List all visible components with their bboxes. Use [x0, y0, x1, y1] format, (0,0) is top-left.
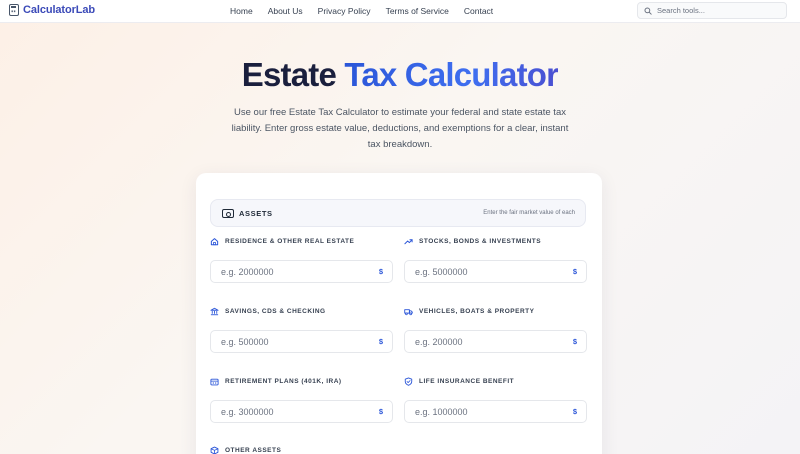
- cash-icon: [222, 209, 234, 218]
- assets-section-hint: Enter the fair market value of each: [483, 210, 575, 216]
- currency-symbol: $: [378, 267, 383, 276]
- field-stocks-label: STOCKS, BONDS & INVESTMENTS: [419, 237, 542, 245]
- field-other-assets-label-row: OTHER ASSETS: [210, 445, 393, 454]
- brand-name: CalculatorLab: [23, 4, 96, 16]
- trending-up-icon: [404, 238, 413, 244]
- nav-link-privacy-policy[interactable]: Privacy Policy: [318, 6, 371, 16]
- page-title: Estate Tax Calculator: [0, 55, 800, 95]
- page-title-part1: Estate: [241, 56, 337, 93]
- field-residence-label-row: RESIDENCE & OTHER REAL ESTATE: [210, 236, 393, 246]
- calculator-icon: [9, 4, 19, 16]
- field-life-insurance-label-row: LIFE INSURANCE BENEFIT: [404, 376, 587, 386]
- field-savings: SAVINGS, CDS & CHECKING $: [210, 306, 393, 353]
- field-vehicles-label-row: VEHICLES, BOATS & PROPERTY: [404, 306, 587, 316]
- field-life-insurance-label: LIFE INSURANCE BENEFIT: [419, 377, 515, 385]
- currency-symbol: $: [572, 337, 577, 346]
- assets-section-header: ASSETS Enter the fair market value of ea…: [210, 199, 586, 227]
- field-savings-label: SAVINGS, CDS & CHECKING: [225, 307, 326, 315]
- field-life-insurance-input-wrap: $: [404, 400, 587, 423]
- page-subtitle: Use our free Estate Tax Calculator to es…: [231, 107, 569, 150]
- home-icon: [210, 237, 219, 245]
- nav-link-terms-of-service[interactable]: Terms of Service: [386, 6, 449, 16]
- savings-input[interactable]: [211, 331, 371, 352]
- field-vehicles: VEHICLES, BOATS & PROPERTY $: [404, 306, 587, 353]
- field-residence: RESIDENCE & OTHER REAL ESTATE $: [210, 236, 393, 283]
- currency-symbol: $: [378, 407, 383, 416]
- truck-icon: [404, 308, 413, 315]
- currency-symbol: $: [572, 407, 577, 416]
- brand-logo[interactable]: CalculatorLab: [9, 4, 95, 16]
- field-residence-label: RESIDENCE & OTHER REAL ESTATE: [225, 237, 355, 245]
- field-retirement-label: RETIREMENT PLANS (401K, IRA): [225, 377, 342, 385]
- box-icon: [210, 446, 219, 454]
- retirement-input[interactable]: [211, 401, 371, 422]
- field-stocks-label-row: STOCKS, BONDS & INVESTMENTS: [404, 236, 587, 246]
- nav-link-contact[interactable]: Contact: [464, 6, 493, 16]
- search-icon: [644, 6, 652, 15]
- nav-link-home[interactable]: Home: [230, 6, 253, 16]
- currency-symbol: $: [378, 337, 383, 346]
- residence-input[interactable]: [211, 261, 371, 282]
- calculator-card: ASSETS Enter the fair market value of ea…: [196, 173, 602, 454]
- shield-icon: [404, 376, 413, 386]
- page-title-part2: Tax Calculator: [344, 56, 559, 93]
- nav-links: Home About Us Privacy Policy Terms of Se…: [230, 6, 508, 16]
- search-input[interactable]: [657, 6, 777, 15]
- bank-icon: [210, 307, 219, 315]
- field-other-assets-label: OTHER ASSETS: [225, 446, 282, 454]
- life-insurance-input[interactable]: [405, 401, 565, 422]
- field-stocks: STOCKS, BONDS & INVESTMENTS $: [404, 236, 587, 283]
- field-retirement-input-wrap: $: [210, 400, 393, 423]
- field-savings-input-wrap: $: [210, 330, 393, 353]
- field-retirement-label-row: RETIREMENT PLANS (401K, IRA): [210, 376, 393, 386]
- field-vehicles-input-wrap: $: [404, 330, 587, 353]
- field-residence-input-wrap: $: [210, 260, 393, 283]
- currency-symbol: $: [572, 267, 577, 276]
- nav-link-about-us[interactable]: About Us: [268, 6, 303, 16]
- stocks-input[interactable]: [405, 261, 565, 282]
- search-box[interactable]: [637, 2, 787, 19]
- field-life-insurance: LIFE INSURANCE BENEFIT $: [404, 376, 587, 423]
- field-retirement: RETIREMENT PLANS (401K, IRA) $: [210, 376, 393, 423]
- field-stocks-input-wrap: $: [404, 260, 587, 283]
- field-other-assets: OTHER ASSETS: [210, 445, 393, 454]
- field-savings-label-row: SAVINGS, CDS & CHECKING: [210, 306, 393, 316]
- building-icon: [210, 378, 219, 385]
- field-vehicles-label: VEHICLES, BOATS & PROPERTY: [419, 307, 535, 315]
- assets-section-title: ASSETS: [239, 209, 273, 218]
- vehicles-input[interactable]: [405, 331, 565, 352]
- top-navbar: CalculatorLab Home About Us Privacy Poli…: [0, 0, 800, 23]
